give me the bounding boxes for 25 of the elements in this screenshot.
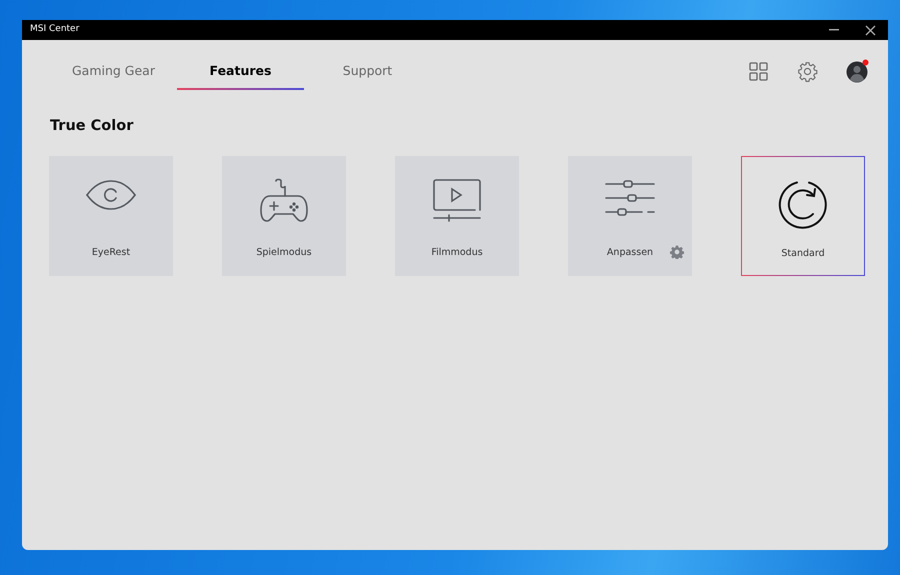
mode-card[interactable]: Spielmodus (222, 156, 346, 276)
mode-label: Standard (781, 246, 825, 261)
eye-icon (85, 178, 137, 212)
settings-icon[interactable] (670, 244, 684, 259)
mode-label: Filmmodus (431, 246, 483, 260)
window-title: MSI Center (30, 23, 80, 36)
mode-card[interactable]: Filmmodus (395, 156, 519, 276)
mode-card[interactable]: Standard (741, 156, 865, 276)
close-icon[interactable] (864, 24, 876, 36)
reset-icon (777, 178, 829, 231)
tab[interactable]: Gaming Gear (50, 54, 177, 88)
settings-icon[interactable] (797, 60, 818, 82)
mode-label: EyeRest (92, 246, 130, 260)
section-title: True Color (50, 117, 134, 136)
grid-icon[interactable] (749, 62, 768, 80)
mode-label: Spielmodus (256, 246, 312, 260)
tab[interactable]: Features (177, 54, 304, 88)
mode-label: Anpassen (606, 246, 654, 260)
gamepad-icon (258, 178, 310, 224)
mode-card[interactable]: EyeRest (49, 156, 173, 276)
avatar-icon[interactable] (846, 59, 870, 83)
tab[interactable]: Support (304, 54, 431, 88)
mode-card[interactable]: Anpassen (568, 156, 692, 276)
video-icon (431, 178, 483, 222)
minimize-icon[interactable] (829, 29, 839, 31)
